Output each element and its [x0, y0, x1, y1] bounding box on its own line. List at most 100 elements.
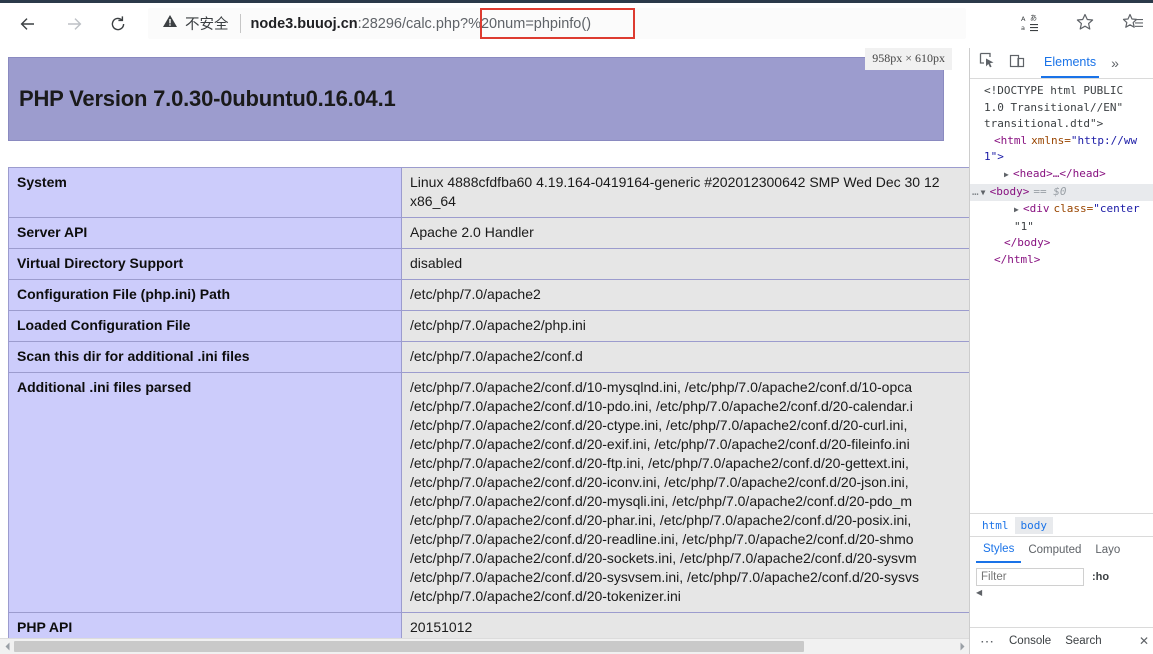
translate-button[interactable]: A あ a	[1014, 7, 1048, 41]
dom-head-node: <head>…</head>	[1013, 166, 1106, 180]
dom-html-close: </html>	[994, 252, 1041, 266]
table-row: Loaded Configuration File /etc/php/7.0/a…	[8, 310, 969, 342]
table-row-value: /etc/php/7.0/apache2	[401, 279, 969, 311]
browser-toolbar: 不安全 node3.buuoj.cn:28296/calc.php?%20num…	[0, 0, 1153, 48]
table-row-key: Additional .ini files parsed	[8, 372, 402, 613]
drawer-more-button[interactable]: ⋯	[980, 633, 995, 650]
table-row-value: /etc/php/7.0/apache2/php.ini	[401, 310, 969, 342]
table-row-key: System	[8, 167, 402, 218]
table-row-value: disabled	[401, 248, 969, 280]
translate-icon: A あ a	[1021, 12, 1041, 37]
dom-text-node: "1"	[1014, 219, 1034, 233]
window-titlebar-strip	[0, 0, 1153, 3]
phpinfo-document: PHP Version 7.0.30-0ubuntu0.16.04.1 Syst…	[0, 48, 969, 654]
page-horizontal-scrollbar[interactable]	[0, 638, 969, 654]
devtools-toolbar: Elements »	[970, 48, 1153, 79]
table-row-value: Apache 2.0 Handler	[401, 217, 969, 249]
security-status-label: 不安全	[185, 17, 229, 33]
dom-line[interactable]: </body>	[970, 235, 1153, 252]
tab-styles[interactable]: Styles	[976, 538, 1022, 563]
back-arrow-icon	[18, 14, 38, 34]
forward-button	[58, 8, 90, 40]
drawer-tab-search[interactable]: Search	[1065, 635, 1101, 647]
breadcrumb-item-html[interactable]: html	[976, 517, 1015, 534]
styles-filter-input[interactable]	[976, 568, 1084, 586]
collapse-triangle-icon[interactable]: ▼	[981, 185, 990, 202]
table-row: System Linux 4888cfdfba60 4.19.164-04191…	[8, 167, 969, 218]
php-version-banner: PHP Version 7.0.30-0ubuntu0.16.04.1	[8, 57, 944, 141]
table-row: Server API Apache 2.0 Handler	[8, 217, 969, 249]
table-row: Virtual Directory Support disabled	[8, 248, 969, 280]
dom-line[interactable]: ▶ <div class="center	[970, 201, 1153, 219]
svg-text:あ: あ	[1030, 14, 1037, 22]
dom-line[interactable]: <!DOCTYPE html PUBLIC	[970, 83, 1153, 100]
table-row: Configuration File (php.ini) Path /etc/p…	[8, 279, 969, 311]
table-row-key: Virtual Directory Support	[8, 248, 402, 280]
table-row-key: Scan this dir for additional .ini files	[8, 341, 402, 373]
dom-div-attr: class=	[1053, 202, 1094, 216]
dom-body-node: <body>	[989, 184, 1030, 198]
expand-triangle-icon[interactable]: ▶	[1004, 167, 1013, 184]
reload-button[interactable]	[102, 8, 134, 40]
dom-line[interactable]: "1"	[970, 219, 1153, 236]
device-toolbar-button[interactable]	[1003, 50, 1031, 76]
table-row-key: Loaded Configuration File	[8, 310, 402, 342]
page-horizontal-scrollbar-thumb[interactable]	[14, 641, 804, 652]
breadcrumb-item-body[interactable]: body	[1014, 516, 1053, 534]
forward-arrow-icon	[64, 14, 84, 34]
tab-elements[interactable]: Elements	[1041, 49, 1100, 78]
expand-triangle-icon[interactable]: ▶	[1014, 202, 1023, 219]
phpinfo-table-body: System Linux 4888cfdfba60 4.19.164-04191…	[8, 167, 969, 654]
more-tabs-button[interactable]: »	[1111, 55, 1119, 71]
dom-line[interactable]: <html xmlns="http://ww	[970, 133, 1153, 150]
close-icon[interactable]: ✕	[1139, 634, 1149, 648]
dom-line[interactable]: ▶ <head>…</head>	[970, 166, 1153, 184]
scroll-left-arrow-icon[interactable]	[0, 639, 14, 654]
dom-html-attr: xmlns=	[1031, 133, 1071, 147]
device-toolbar-icon	[1009, 53, 1025, 74]
collections-button[interactable]	[1116, 7, 1150, 41]
reload-icon	[108, 14, 128, 34]
tab-computed[interactable]: Computed	[1021, 538, 1088, 563]
table-row-value: /etc/php/7.0/apache2/conf.d	[401, 341, 969, 373]
dom-div-attr-value: "center	[1093, 202, 1140, 216]
php-version-title: PHP Version 7.0.30-0ubuntu0.16.04.1	[19, 86, 396, 111]
dom-line[interactable]: 1">	[970, 149, 1153, 166]
url-query: ?%20num=phpinfo()	[460, 15, 592, 32]
table-row-value: /etc/php/7.0/apache2/conf.d/10-mysqlnd.i…	[401, 372, 969, 613]
viewport-size-tooltip: 958px × 610px	[865, 48, 952, 70]
inspect-element-button[interactable]	[973, 50, 1001, 76]
sidebar-collapse-arrow-icon[interactable]: ◀	[976, 588, 982, 597]
dom-div-tag: <div	[1023, 202, 1050, 216]
dom-line[interactable]: transitional.dtd">	[970, 116, 1153, 133]
security-indicator[interactable]: 不安全	[162, 13, 229, 34]
table-row-value: Linux 4888cfdfba60 4.19.164-0419164-gene…	[401, 167, 969, 218]
url-divider	[239, 14, 241, 33]
dom-selected-marker: == $0	[1033, 184, 1067, 198]
bookmark-star-button[interactable]	[1068, 7, 1102, 41]
svg-text:A: A	[1021, 15, 1026, 23]
dom-doctype-part2: 1.0 Transitional//EN"	[984, 100, 1124, 114]
styles-sidebar-tabs: Styles Computed Layo	[970, 536, 1153, 563]
dom-line[interactable]: 1.0 Transitional//EN"	[970, 100, 1153, 117]
page-viewport: 958px × 610px PHP Version 7.0.30-0ubuntu…	[0, 48, 969, 654]
collections-star-list-icon	[1122, 12, 1144, 37]
dom-doctype-part3: transitional.dtd">	[984, 117, 1104, 131]
tab-layout[interactable]: Layo	[1088, 538, 1127, 563]
dom-body-close: </body>	[1004, 236, 1051, 250]
dom-line[interactable]: </html>	[970, 252, 1153, 269]
address-bar[interactable]: 不安全 node3.buuoj.cn:28296/calc.php?%20num…	[148, 8, 966, 39]
dom-html-attr-value: "http://ww	[1070, 133, 1138, 147]
star-icon	[1075, 12, 1095, 37]
dom-badge-dots: …	[972, 184, 979, 198]
inspect-cursor-icon	[979, 52, 996, 74]
drawer-tab-console[interactable]: Console	[1009, 635, 1051, 647]
force-state-hov-button[interactable]: :ho	[1092, 571, 1109, 583]
svg-text:a: a	[1021, 24, 1025, 32]
phpinfo-table: System Linux 4888cfdfba60 4.19.164-04191…	[8, 167, 969, 654]
dom-line-selected[interactable]: … ▼ <body> == $0	[970, 183, 1153, 202]
dom-doctype-part1: <!DOCTYPE html PUBLIC	[984, 84, 1124, 97]
dom-tree[interactable]: <!DOCTYPE html PUBLIC 1.0 Transitional//…	[970, 79, 1153, 513]
back-button[interactable]	[12, 8, 44, 40]
scroll-right-arrow-icon[interactable]	[955, 639, 969, 654]
